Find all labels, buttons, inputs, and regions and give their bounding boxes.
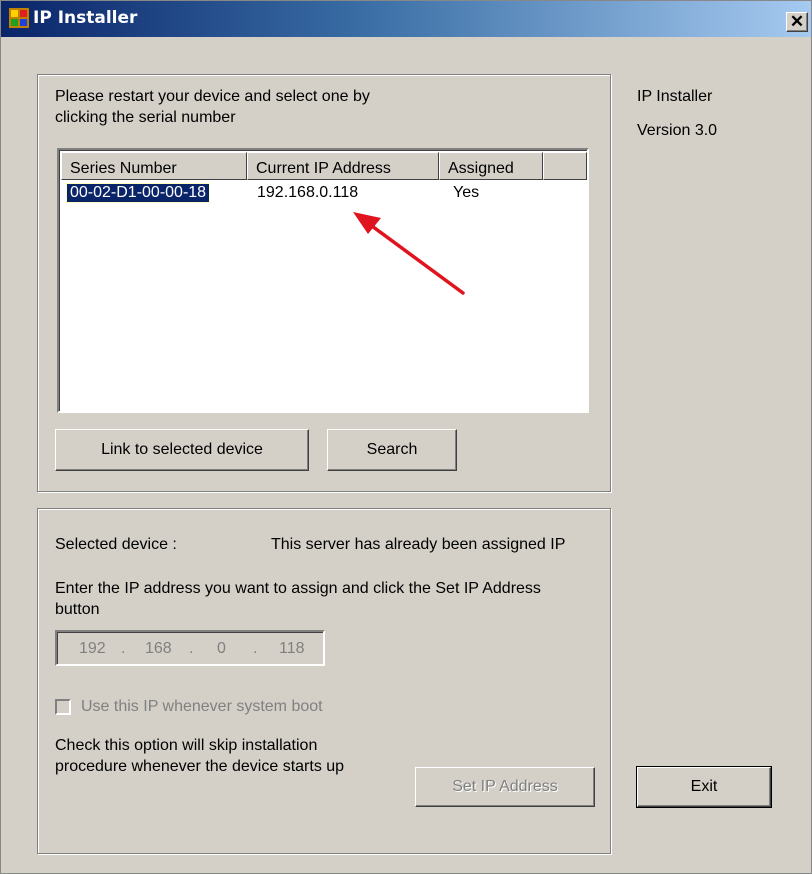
use-ip-on-boot-label: Use this IP whenever system boot [81,698,323,715]
use-ip-on-boot-checkbox[interactable] [55,699,71,715]
app-icon [9,8,29,28]
side-app-name: IP Installer [637,88,713,105]
search-button[interactable]: Search [327,429,457,471]
note-line1: Check this option will skip installation [55,737,318,754]
ip-prompt-line1: Enter the IP address you want to assign … [55,580,541,597]
side-version: Version 3.0 [637,122,718,139]
device-listview[interactable]: Series Number Current IP Address Assigne… [57,148,589,413]
ip-address-field[interactable]: 192 . 168 . 0 . 118 [55,630,325,666]
assigned-cell: Yes [453,184,480,201]
exit-button[interactable]: Exit [636,766,772,808]
table-row[interactable]: 00-02-D1-00-00-18 192.168.0.118 Yes [61,182,587,206]
selected-device-label: Selected device : [55,536,177,553]
column-filler [543,152,587,180]
ip-dot-1: . [121,640,126,657]
ip-octet-1[interactable]: 192 [79,640,106,658]
window-title: IP Installer [33,8,138,28]
listview-header: Series Number Current IP Address Assigne… [61,152,587,180]
ip-octet-3[interactable]: 0 [217,640,226,658]
column-series-number[interactable]: Series Number [61,152,247,180]
title-bar[interactable]: IP Installer ✕ [1,1,811,37]
ip-dot-2: . [189,640,194,657]
set-ip-address-button[interactable]: Set IP Address [415,767,595,807]
close-button[interactable]: ✕ [786,12,808,32]
ip-cell: 192.168.0.118 [257,184,359,201]
selected-device-status: This server has already been assigned IP [271,536,566,553]
ip-dot-3: . [253,640,258,657]
ip-octet-2[interactable]: 168 [145,640,172,658]
link-device-button[interactable]: Link to selected device [55,429,309,471]
serial-cell[interactable]: 00-02-D1-00-00-18 [65,183,211,203]
ip-installer-window: IP Installer ✕ IP Installer Version 3.0 … [0,0,812,874]
note-line2: procedure whenever the device starts up [55,758,345,775]
ip-octet-4[interactable]: 118 [279,640,305,658]
column-assigned[interactable]: Assigned [439,152,543,180]
column-current-ip[interactable]: Current IP Address [247,152,439,180]
instructions-line1: Please restart your device and select on… [55,88,370,105]
instructions-line2: clicking the serial number [55,109,236,126]
red-arrow-annotation [353,212,465,295]
close-icon: ✕ [789,12,805,31]
ip-prompt-line2: button [55,601,100,618]
